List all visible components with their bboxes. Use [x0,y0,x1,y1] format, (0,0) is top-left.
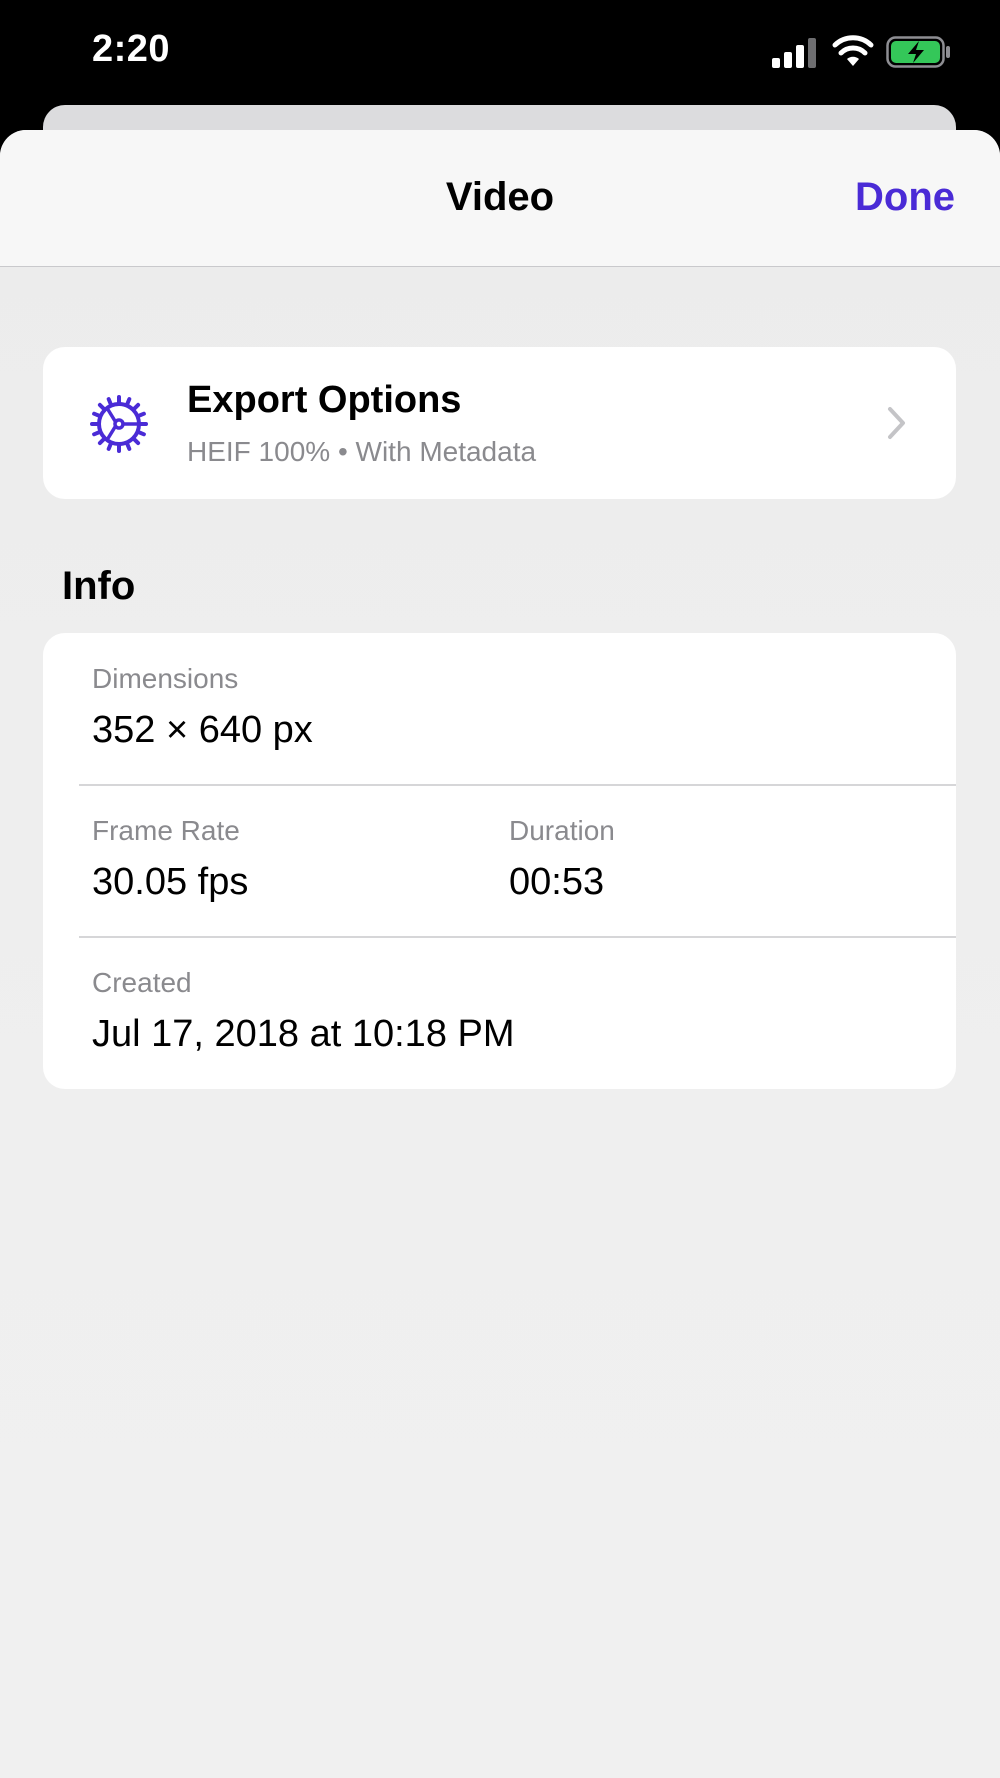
page-title: Video [445,175,555,219]
divider [79,784,956,786]
duration-label: Duration [509,815,615,846]
info-card: Dimensions 352 × 640 px Frame Rate 30.05… [43,633,956,1089]
export-options-subtitle: HEIF 100% • With Metadata [187,436,537,467]
cellular-signal-icon [772,38,816,68]
video-info-sheet: Video Done Export Options HEIF 100% • Wi… [0,130,1000,1778]
dimensions-value: 352 × 640 px [92,709,313,751]
created-label: Created [92,967,192,998]
done-button[interactable]: Done [855,175,955,220]
gear-icon [90,395,148,453]
divider [79,936,956,938]
dimensions-label: Dimensions [92,663,239,694]
duration-value: 00:53 [509,861,605,903]
wifi-icon [832,35,874,66]
frame-rate-value: 30.05 fps [92,861,249,903]
status-time: 2:20 [92,28,171,70]
export-options-row[interactable]: Export Options HEIF 100% • With Metadata [43,347,956,499]
created-value: Jul 17, 2018 at 10:18 PM [92,1013,515,1055]
status-bar: 2:20 [0,0,1000,110]
frame-rate-label: Frame Rate [92,815,240,846]
info-section-header: Info [62,564,136,608]
navigation-bar: Video Done [0,130,1000,267]
chevron-right-icon [888,407,905,439]
battery-charging-icon [886,36,950,68]
export-options-title: Export Options [187,379,462,421]
